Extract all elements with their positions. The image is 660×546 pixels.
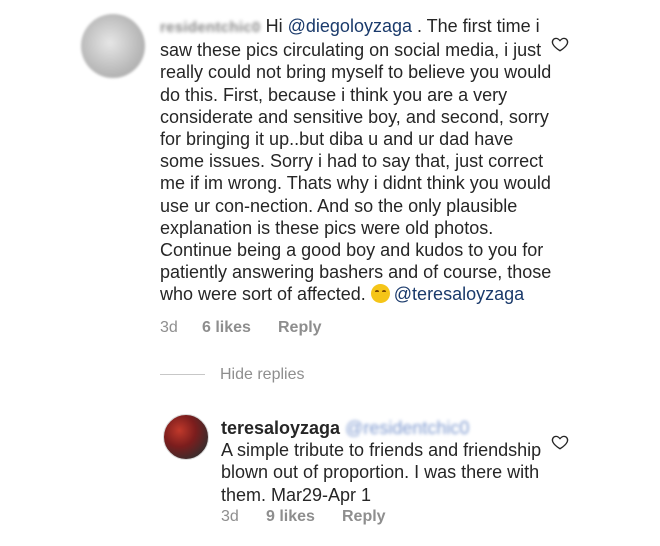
hide-replies-button[interactable]: Hide replies xyxy=(220,366,304,384)
reply-mention-link[interactable]: @residentchic0 xyxy=(345,418,469,438)
commenter-avatar[interactable] xyxy=(81,14,145,78)
comment-greeting: Hi xyxy=(265,16,288,36)
reply-time: 3d xyxy=(221,508,239,525)
heart-outline-icon[interactable] xyxy=(551,433,569,451)
smiling-face-emoji-icon xyxy=(370,284,390,304)
reply-likes-label[interactable]: 9 likes xyxy=(266,508,315,525)
heart-outline-icon[interactable] xyxy=(551,35,569,53)
comment-username[interactable]: residentchic0 xyxy=(160,19,261,36)
reply-likes[interactable]: 9 likes xyxy=(266,508,315,526)
reply-text: A simple tribute to friends and friendsh… xyxy=(221,440,542,505)
reply-body: teresaloyzaga @residentchic0 A simple tr… xyxy=(221,417,551,506)
comment-mention-link[interactable]: @diegoloyzaga xyxy=(288,16,412,36)
replies-divider xyxy=(160,374,205,375)
comment-text: . The first time i saw these pics circul… xyxy=(160,16,552,305)
reply-reply-button[interactable]: Reply xyxy=(342,508,386,526)
comment-reply-label[interactable]: Reply xyxy=(278,319,322,336)
reply-avatar[interactable] xyxy=(163,414,209,460)
comment-end-mention-link[interactable]: @teresaloyzaga xyxy=(394,284,524,304)
reply-username[interactable]: teresaloyzaga xyxy=(221,418,340,438)
comment-body: residentchic0 Hi @diegoloyzaga . The fir… xyxy=(160,15,555,306)
comment-time: 3d xyxy=(160,319,178,336)
reply-reply-label[interactable]: Reply xyxy=(342,508,386,525)
comment-likes[interactable]: 6 likes xyxy=(202,319,251,337)
comment-reply-button[interactable]: Reply xyxy=(278,319,322,337)
comment-likes-label[interactable]: 6 likes xyxy=(202,319,251,336)
